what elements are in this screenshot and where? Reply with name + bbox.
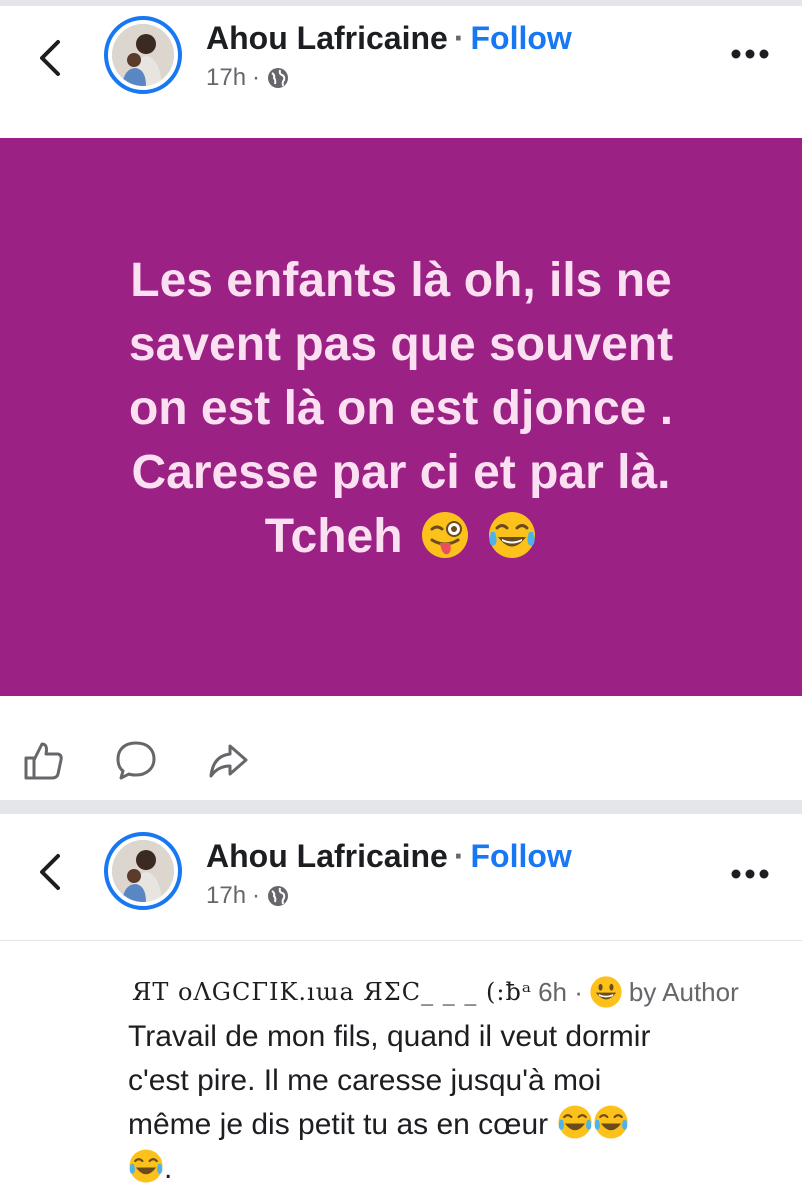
author-line: Ahou Lafricaine · Follow (206, 838, 572, 875)
comment-meta: ЯΤ оΛGϹΓΙΚ.ıɯa ЯΣϹ_ _ _ (:ƀᵃ 6h · by Aut… (132, 975, 739, 1009)
back-button[interactable] (30, 852, 70, 892)
avatar[interactable] (104, 16, 182, 94)
comment-author-obscured[interactable]: ЯΤ оΛGϹΓΙΚ.ıɯa ЯΣϹ_ _ _ (:ƀᵃ (132, 978, 532, 1006)
post-actions (20, 730, 320, 790)
comment-line-4: . (128, 1147, 778, 1191)
comment-line: c'est pire. Il me caresse jusqu'à moi (128, 1064, 602, 1097)
separator-dot: · (453, 20, 465, 56)
comment-line-3: même je dis petit tu as en cœur (128, 1103, 778, 1147)
post-time[interactable]: 17h (206, 882, 246, 910)
globe-icon (268, 68, 289, 88)
like-button[interactable] (20, 736, 68, 784)
comment-icon (116, 741, 156, 780)
tears-of-joy-emoji-icon (557, 1105, 592, 1139)
comment-end: . (164, 1152, 173, 1185)
more-icon (731, 869, 769, 879)
back-button[interactable] (30, 38, 70, 78)
post-meta: 17h · (206, 882, 290, 910)
post-line-last: Tcheh (31, 505, 771, 569)
follow-button[interactable]: Follow (470, 838, 571, 874)
like-icon (24, 742, 63, 780)
section-divider (0, 800, 802, 814)
post-line: savent pas que souvent (128, 318, 674, 371)
follow-button[interactable]: Follow (470, 20, 571, 56)
chevron-left-icon (40, 40, 60, 76)
comment-button[interactable] (112, 736, 160, 784)
comment-line: Travail de mon fils, quand il veut dormi… (128, 1020, 651, 1053)
tears-of-joy-emoji-icon (593, 1105, 628, 1139)
chevron-left-icon (40, 854, 60, 890)
separator-dot: · (453, 838, 465, 874)
post-line: on est là on est djonce . (128, 382, 674, 435)
author-name[interactable]: Ahou Lafricaine (206, 20, 448, 56)
profile-photo (112, 24, 174, 86)
author-name[interactable]: Ahou Lafricaine (206, 838, 448, 874)
winking-tongue-emoji-icon (421, 512, 468, 558)
profile-photo (112, 840, 174, 902)
post-line: Les enfants là oh, ils ne (130, 254, 672, 307)
more-options-button[interactable] (730, 850, 770, 889)
avatar[interactable] (104, 832, 182, 910)
post-text: Les enfants là oh, ils ne savent pas que… (31, 249, 771, 569)
share-icon (209, 744, 248, 778)
post-line: Caresse par ci et par là. (131, 446, 671, 499)
more-options-button[interactable] (730, 30, 770, 69)
meta-dot: · (252, 64, 261, 91)
post-header: Ahou Lafricaine · Follow 17h · (0, 6, 802, 126)
comment-line: même je dis petit tu as en cœur (128, 1108, 549, 1141)
tears-of-joy-emoji-icon (129, 1149, 163, 1183)
comment-text: Travail de mon fils, quand il veut dormi… (128, 1015, 778, 1191)
author-badge: by Author (628, 976, 739, 1007)
text-post-background: Les enfants là oh, ils ne savent pas que… (0, 138, 802, 696)
author-line: Ahou Lafricaine · Follow (206, 20, 572, 57)
post-header: Ahou Lafricaine · Follow 17h · (0, 818, 802, 938)
share-button[interactable] (204, 736, 252, 784)
comment-time: 6h · (538, 976, 583, 1007)
more-icon (731, 49, 769, 59)
post-meta: 17h · (206, 64, 290, 92)
globe-icon (268, 886, 289, 906)
tears-of-joy-emoji-icon (489, 512, 536, 558)
post-line: Tcheh (264, 510, 403, 563)
grinning-emoji-icon (590, 976, 622, 1008)
meta-dot: · (252, 882, 261, 909)
post-time[interactable]: 17h (206, 64, 246, 92)
